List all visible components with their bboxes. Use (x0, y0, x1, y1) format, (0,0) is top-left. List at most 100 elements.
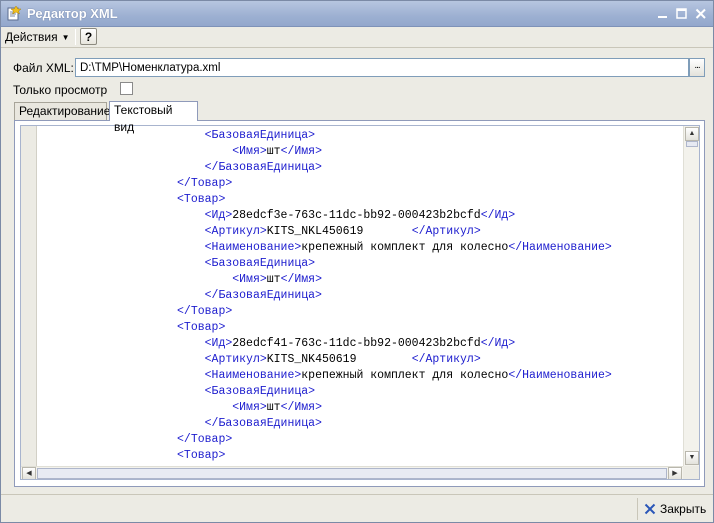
code-line: </Товар> (39, 432, 683, 448)
window-title: Редактор XML (27, 6, 118, 21)
xml-tag: <Ид> (204, 209, 233, 222)
scroll-down-icon[interactable]: ▼ (685, 451, 699, 465)
horizontal-scroll-thumb[interactable] (37, 468, 667, 479)
xml-text: KITS_NKL450619 (266, 225, 412, 238)
code-line: <БазоваяЕдиница> (39, 384, 683, 400)
xml-tag: </Имя> (280, 273, 322, 286)
footer-separator (637, 498, 638, 520)
xml-doc-icon (6, 5, 22, 21)
code-line: <Наименование>крепежный комплект для кол… (39, 368, 683, 384)
vertical-scroll-thumb[interactable] (686, 141, 698, 147)
help-button[interactable]: ? (80, 28, 97, 45)
code-line: </БазоваяЕдиница> (39, 416, 683, 432)
xml-tag: <Ид> (204, 337, 233, 350)
tab-text-view[interactable]: Текстовый вид (109, 101, 198, 134)
maximize-button[interactable] (674, 6, 690, 22)
scroll-up-icon[interactable]: ▲ (685, 127, 699, 141)
readonly-label: Только просмотр (13, 83, 108, 97)
actions-menu-button[interactable]: Действия ▼ (5, 29, 70, 45)
xml-tag: </Товар> (177, 305, 233, 318)
xml-tag: <Имя> (232, 273, 267, 286)
xml-tag: </Ид> (480, 209, 516, 222)
code-line: <Имя>шт</Имя> (39, 144, 683, 160)
editor-gutter (21, 126, 37, 466)
xml-tag: </Ид> (480, 337, 516, 350)
xml-text: шт (266, 145, 281, 158)
code-line: </Товар> (39, 304, 683, 320)
code-line: </БазоваяЕдиница> (39, 288, 683, 304)
xml-text-editor[interactable]: <БазоваяЕдиница> <Имя>шт</Имя> </Базовая… (20, 125, 700, 480)
close-button-label: Закрыть (660, 502, 707, 516)
file-select-button[interactable]: ... (689, 58, 705, 77)
toolbar: Действия ▼ ? (1, 27, 713, 47)
xml-tag: </БазоваяЕдиница> (204, 161, 322, 174)
scrollbar-corner (683, 466, 699, 479)
code-line: <Имя>шт</Имя> (39, 272, 683, 288)
minimize-icon (658, 16, 667, 18)
xml-text: 28edcf3e-763c-11dc-bb92-000423b2bcfd (232, 209, 481, 222)
code-line: <БазоваяЕдиница> (39, 256, 683, 272)
xml-tag: </Наименование> (508, 369, 612, 382)
code-line: <Товар> (39, 320, 683, 336)
xml-tag: <БазоваяЕдиница> (204, 129, 316, 142)
code-line: <Товар> (39, 448, 683, 464)
file-path-input[interactable]: D:\TMP\Номенклатура.xml (75, 58, 689, 77)
xml-tag: <БазоваяЕдиница> (204, 385, 316, 398)
code-line: <Наименование>крепежный комплект для кол… (39, 240, 683, 256)
horizontal-scrollbar[interactable]: ◀ ▶ (21, 466, 683, 479)
scroll-left-icon[interactable]: ◀ (22, 467, 36, 479)
readonly-checkbox[interactable] (120, 82, 133, 95)
code-line: <Ид>28edcf3e-763c-11dc-bb92-000423b2bcfd… (39, 208, 683, 224)
xml-text: 28edcf41-763c-11dc-bb92-000423b2bcfd (232, 337, 481, 350)
code-line: <Имя>шт</Имя> (39, 400, 683, 416)
code-line: </Товар> (39, 176, 683, 192)
close-button[interactable]: Закрыть (642, 499, 708, 519)
xml-text: крепежный комплект для колесно (301, 369, 509, 382)
scroll-right-icon[interactable]: ▶ (668, 467, 682, 479)
xml-tag: </Имя> (280, 401, 322, 414)
toolbar-separator (75, 29, 76, 45)
xml-tag: <Имя> (232, 401, 267, 414)
actions-menu-label: Действия (5, 30, 58, 44)
xml-editor-window: Редактор XML Действия ▼ ? Файл XML: D:\T… (0, 0, 714, 523)
xml-tag: </Имя> (280, 145, 322, 158)
xml-tag: </БазоваяЕдиница> (204, 289, 322, 302)
vertical-scrollbar[interactable]: ▲ ▼ (683, 126, 699, 466)
code-line: </БазоваяЕдиница> (39, 160, 683, 176)
xml-text: крепежный комплект для колесно (301, 241, 509, 254)
code-line: <БазоваяЕдиница> (39, 128, 683, 144)
chevron-down-icon: ▼ (61, 33, 70, 42)
maximize-icon (676, 8, 687, 19)
xml-tag: <Имя> (232, 145, 267, 158)
code-line: <Ид>28edcf41-763c-11dc-bb92-000423b2bcfd… (39, 336, 683, 352)
xml-tag: <БазоваяЕдиница> (204, 257, 316, 270)
footer-divider (1, 494, 713, 495)
window-close-button[interactable] (693, 6, 709, 22)
xml-tag: <Наименование> (204, 369, 302, 382)
close-x-icon (644, 503, 656, 515)
xml-tag: </Товар> (177, 177, 233, 190)
xml-tag: <Артикул> (204, 225, 267, 238)
title-bar[interactable]: Редактор XML (1, 1, 713, 27)
code-line: <Товар> (39, 192, 683, 208)
xml-tag: </Товар> (177, 433, 233, 446)
toolbar-divider (1, 47, 713, 48)
minimize-button[interactable] (655, 6, 671, 22)
xml-code-area[interactable]: <БазоваяЕдиница> <Имя>шт</Имя> </Базовая… (39, 128, 683, 464)
tab-editing[interactable]: Редактирование (14, 102, 110, 120)
